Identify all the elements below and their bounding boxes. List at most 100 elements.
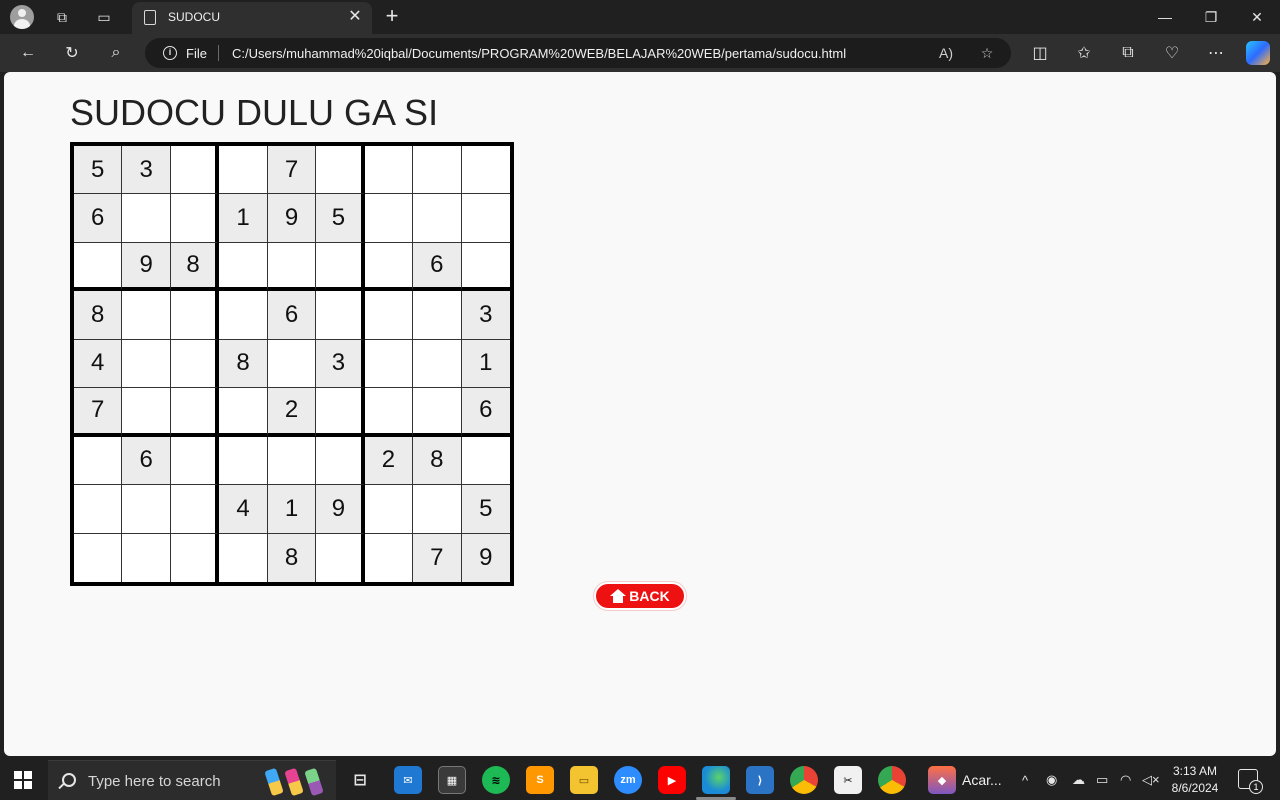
sudoku-cell-r7c9[interactable] xyxy=(461,437,510,486)
browser-essentials-icon[interactable]: ♡ xyxy=(1160,41,1184,65)
copilot-icon[interactable] xyxy=(1246,41,1270,65)
sudoku-cell-r2c4[interactable]: 1 xyxy=(219,194,268,243)
sudoku-cell-r8c9[interactable]: 5 xyxy=(461,485,510,534)
sudoku-cell-r4c1[interactable]: 8 xyxy=(74,291,123,340)
sudoku-cell-r3c7[interactable] xyxy=(364,242,414,292)
sudoku-cell-r3c5[interactable] xyxy=(267,242,317,292)
sudoku-cell-r3c3[interactable]: 8 xyxy=(170,242,220,292)
sudoku-cell-r5c9[interactable]: 1 xyxy=(461,339,510,389)
sudoku-cell-r4c9[interactable]: 3 xyxy=(461,291,510,340)
sudoku-cell-r5c3[interactable] xyxy=(170,339,220,389)
sudoku-cell-r7c3[interactable] xyxy=(170,436,220,486)
split-screen-icon[interactable]: ◫ xyxy=(1028,41,1052,65)
favorites-icon[interactable]: ✩ xyxy=(1072,41,1096,65)
sudoku-cell-r8c4[interactable]: 4 xyxy=(219,485,268,534)
sudoku-cell-r4c4[interactable] xyxy=(219,291,268,340)
sudoku-cell-r3c1[interactable] xyxy=(74,242,123,292)
search-icon[interactable]: ⌕ xyxy=(104,41,128,65)
sudoku-cell-r2c8[interactable] xyxy=(413,194,462,243)
tab-actions-icon[interactable]: ▭ xyxy=(92,5,116,29)
sudoku-cell-r2c7[interactable] xyxy=(364,194,414,243)
sudoku-cell-r3c6[interactable] xyxy=(316,242,365,292)
chrome-icon[interactable] xyxy=(790,766,818,794)
sudoku-cell-r5c7[interactable] xyxy=(364,339,414,389)
sudoku-cell-r9c8[interactable]: 7 xyxy=(413,533,462,582)
sudoku-cell-r8c7[interactable] xyxy=(364,485,414,534)
sudoku-cell-r4c5[interactable]: 6 xyxy=(267,291,317,340)
sudoku-cell-r5c2[interactable] xyxy=(122,339,171,389)
sudoku-cell-r6c7[interactable] xyxy=(364,388,414,437)
sudoku-cell-r6c2[interactable] xyxy=(122,388,171,437)
sudoku-cell-r1c4[interactable] xyxy=(219,146,268,195)
favorite-star-icon[interactable]: ☆ xyxy=(976,42,998,64)
sudoku-cell-r1c3[interactable] xyxy=(170,146,220,195)
onedrive-offline-icon[interactable]: ☁ xyxy=(1072,771,1085,789)
sudoku-cell-r7c1[interactable] xyxy=(74,436,123,486)
chrome-profile-icon[interactable] xyxy=(878,766,906,794)
sudoku-cell-r6c3[interactable] xyxy=(170,388,220,437)
sudoku-cell-r7c2[interactable]: 6 xyxy=(122,436,171,486)
sudoku-cell-r8c6[interactable]: 9 xyxy=(316,485,365,534)
sudoku-cell-r6c5[interactable]: 2 xyxy=(267,388,317,437)
sudoku-cell-r8c8[interactable] xyxy=(413,485,462,534)
sudoku-cell-r1c2[interactable]: 3 xyxy=(122,146,171,195)
url-text[interactable]: C:/Users/muhammad%20iqbal/Documents/PROG… xyxy=(232,46,846,61)
sudoku-cell-r2c1[interactable]: 6 xyxy=(74,194,123,243)
sudoku-cell-r3c4[interactable] xyxy=(219,242,268,292)
sudoku-cell-r5c1[interactable]: 4 xyxy=(74,339,123,389)
sudoku-cell-r7c4[interactable] xyxy=(219,436,268,486)
camera-icon[interactable]: ◉ xyxy=(1046,771,1057,789)
volume-muted-icon[interactable]: ◁× xyxy=(1142,771,1160,789)
sudoku-cell-r4c7[interactable] xyxy=(364,291,414,340)
taskbar-search-box[interactable]: Type here to search xyxy=(48,760,336,800)
sudoku-cell-r1c9[interactable] xyxy=(461,146,510,195)
windows-start-icon[interactable] xyxy=(14,771,32,789)
sublime-text-icon[interactable]: S xyxy=(526,766,554,794)
sudoku-cell-r3c9[interactable] xyxy=(461,243,510,292)
zoom-icon[interactable]: zm xyxy=(614,766,642,794)
workspaces-icon[interactable]: ⧉ xyxy=(50,5,74,29)
sudoku-cell-r6c8[interactable] xyxy=(413,388,462,437)
youtube-icon[interactable]: ▶ xyxy=(658,766,686,794)
sudoku-cell-r8c1[interactable] xyxy=(74,485,123,534)
sudoku-cell-r9c9[interactable]: 9 xyxy=(461,533,510,582)
refresh-icon[interactable]: ↻ xyxy=(60,41,84,65)
sudoku-cell-r4c8[interactable] xyxy=(413,291,462,340)
sudoku-cell-r3c8[interactable]: 6 xyxy=(413,242,462,292)
sudoku-cell-r6c4[interactable] xyxy=(219,388,268,437)
minimize-icon[interactable]: — xyxy=(1142,0,1188,34)
sudoku-cell-r7c7[interactable]: 2 xyxy=(364,436,414,486)
site-info-icon[interactable]: i xyxy=(163,46,177,60)
capcut-icon[interactable]: ✂ xyxy=(834,766,862,794)
sudoku-cell-r9c1[interactable] xyxy=(74,533,123,582)
collections-icon[interactable]: ⧉ xyxy=(1116,41,1140,65)
sudoku-cell-r1c5[interactable]: 7 xyxy=(267,146,317,195)
sudoku-cell-r6c1[interactable]: 7 xyxy=(74,388,123,437)
sudoku-cell-r1c7[interactable] xyxy=(364,146,414,195)
sudoku-cell-r1c8[interactable] xyxy=(413,146,462,195)
sudoku-cell-r2c6[interactable]: 5 xyxy=(316,194,365,243)
sudoku-cell-r9c4[interactable] xyxy=(219,533,268,582)
profile-avatar-icon[interactable] xyxy=(10,5,34,29)
paint-app-icon[interactable]: ◆ xyxy=(928,766,956,794)
wifi-icon[interactable]: ◠ xyxy=(1120,771,1131,789)
sudoku-cell-r5c5[interactable] xyxy=(267,339,317,389)
notification-center-icon[interactable]: 1 xyxy=(1238,769,1263,794)
restore-icon[interactable]: ❐ xyxy=(1188,0,1234,34)
sudoku-cell-r2c5[interactable]: 9 xyxy=(267,194,317,243)
sudoku-cell-r4c3[interactable] xyxy=(170,291,220,340)
sudoku-cell-r5c8[interactable] xyxy=(413,339,462,389)
sudoku-cell-r7c8[interactable]: 8 xyxy=(413,436,462,486)
back-arrow-icon[interactable]: ← xyxy=(16,41,40,65)
mail-app-icon[interactable]: ✉ xyxy=(394,766,422,794)
sudoku-cell-r4c6[interactable] xyxy=(316,291,365,340)
store-app-icon[interactable]: ▦ xyxy=(438,766,466,794)
taskbar-window-label[interactable]: Acar... xyxy=(962,771,1002,789)
read-aloud-icon[interactable]: A) xyxy=(935,42,957,64)
back-button[interactable]: BACK xyxy=(594,582,686,610)
sudoku-cell-r3c2[interactable]: 9 xyxy=(122,242,171,292)
file-explorer-icon[interactable]: ▭ xyxy=(570,766,598,794)
show-hidden-icons-icon[interactable]: ^ xyxy=(1022,771,1028,789)
sudoku-cell-r9c6[interactable] xyxy=(316,533,365,582)
sudoku-cell-r9c3[interactable] xyxy=(171,533,220,582)
